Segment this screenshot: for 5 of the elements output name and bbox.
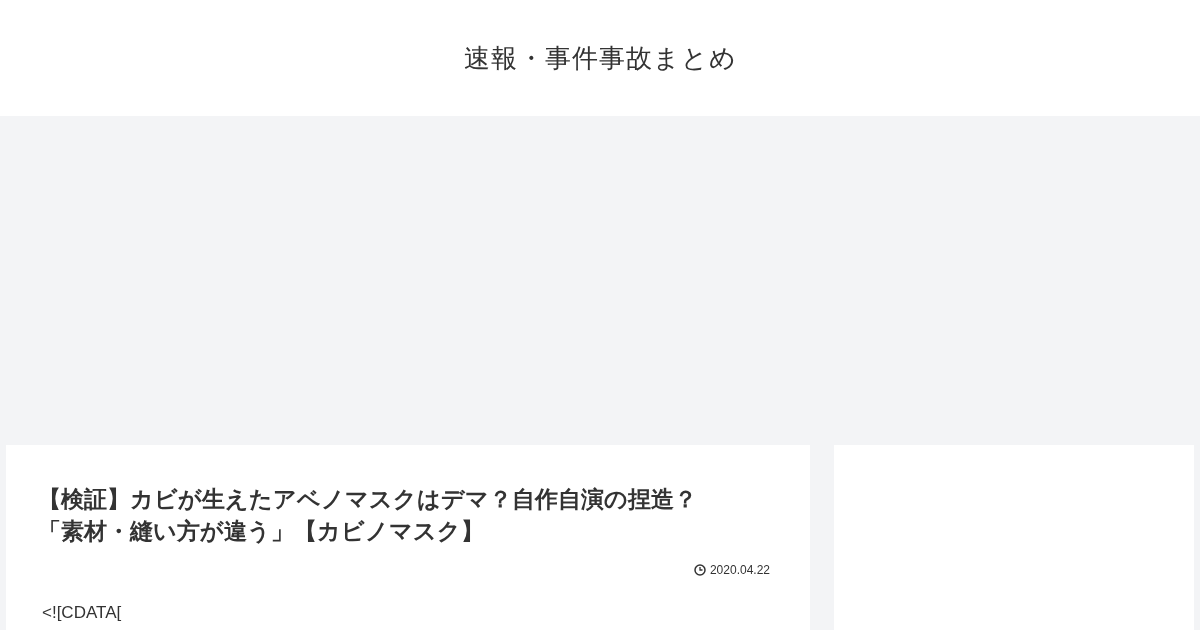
article-body: <![CDATA[ (42, 603, 123, 622)
clock-icon (693, 564, 706, 576)
post-date: 2020.04.22 (709, 563, 770, 577)
site-title[interactable]: 速報・事件事故まとめ (463, 40, 737, 76)
article-title: 【検証】カビが生えたアベノマスクはデマ？自作自演の捏造？ 「素材・縫い方が違う」【カビノマスク】 (38, 485, 698, 546)
